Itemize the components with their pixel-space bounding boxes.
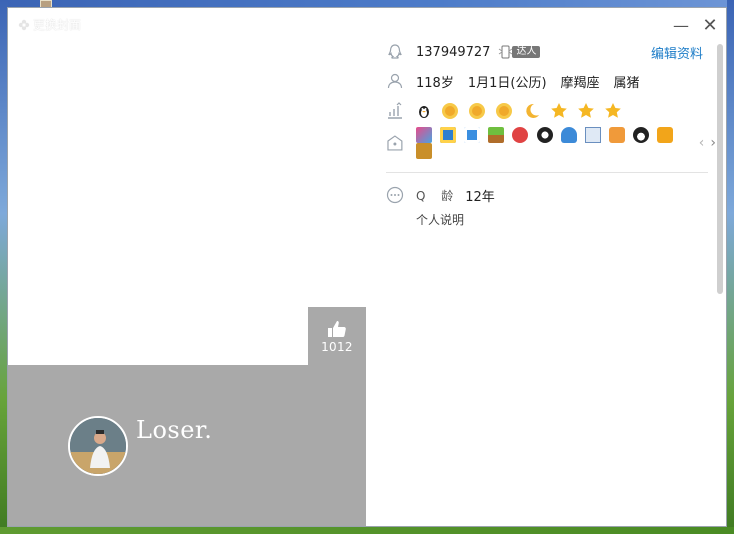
cover-info-panel	[8, 365, 366, 526]
thumbs-up-icon	[328, 321, 346, 337]
qq-security-icon[interactable]	[560, 127, 577, 143]
qq-age-value: 12年	[465, 189, 495, 205]
birthday: 1月1日(公历)	[467, 75, 547, 91]
minimize-button[interactable]: —	[671, 16, 691, 36]
personal-note: 个人说明	[416, 213, 465, 227]
star-icon	[578, 103, 594, 118]
daren-badge[interactable]: 达人	[498, 45, 541, 59]
profile-window: 更换封面 — ✕ 1012 Loser. 137949727 达人 编辑资料 1…	[7, 7, 727, 527]
moon-icon	[525, 103, 539, 118]
avatar-photo	[70, 418, 126, 474]
avatar[interactable]	[68, 416, 128, 476]
like-count: 1012	[321, 340, 353, 354]
qq-penguin-icon[interactable]	[633, 127, 650, 143]
level-row	[386, 100, 627, 122]
qq-age-row: Q 龄 12年	[386, 184, 495, 206]
sun-icon	[442, 103, 459, 119]
close-button[interactable]: ✕	[700, 16, 720, 36]
qq-video-icon[interactable]	[608, 127, 625, 143]
qq-vip-icon[interactable]	[657, 127, 674, 143]
chinese-zodiac: 属猪	[613, 75, 640, 91]
flower-icon	[18, 19, 30, 31]
star-icon	[605, 103, 621, 118]
penguin-icon	[419, 106, 429, 118]
scrollbar[interactable]	[717, 44, 723, 294]
sun-icon	[496, 103, 513, 119]
more-dots-icon	[386, 186, 404, 204]
qq-farm-icon[interactable]	[488, 127, 505, 143]
services-next-arrow[interactable]: ›	[710, 135, 716, 151]
like-button[interactable]: 1012	[308, 307, 366, 365]
qq-ranch-icon[interactable]	[536, 127, 553, 143]
level-chart-icon	[388, 102, 402, 119]
basic-info-row: 118岁 1月1日(公历) 摩羯座 属猪	[386, 70, 640, 92]
services-prev-arrow[interactable]: ‹	[699, 135, 705, 151]
qq-number: 137949727	[416, 44, 491, 60]
qq-reading-icon[interactable]	[415, 143, 432, 159]
qq-number-row: 137949727 达人	[386, 41, 541, 63]
qq-penguin-outline-icon	[388, 44, 402, 59]
age: 118岁	[416, 75, 454, 91]
house-icon	[387, 135, 403, 151]
qq-mail-icon[interactable]	[584, 127, 601, 143]
change-cover-label: 更换封面	[33, 18, 82, 32]
services-row: ‹ ›	[386, 127, 716, 159]
desktop-background-right	[727, 0, 734, 534]
desktop-background-bottom	[0, 527, 734, 534]
level-icons[interactable]	[416, 102, 627, 120]
nickname: Loser.	[136, 416, 213, 444]
service-icons	[415, 127, 699, 159]
star-icon	[550, 103, 567, 118]
zodiac: 摩羯座	[560, 75, 600, 91]
change-cover-button[interactable]: 更换封面	[18, 16, 81, 33]
daren-label: 达人	[512, 46, 541, 58]
qq-game-icon[interactable]	[464, 127, 481, 143]
person-icon	[387, 73, 403, 89]
sun-icon	[469, 103, 486, 119]
qq-age-label: Q 龄	[416, 188, 460, 203]
info-divider	[386, 172, 708, 173]
qq-pet-icon[interactable]	[512, 127, 529, 143]
qq-show-icon[interactable]	[439, 127, 456, 143]
qq-music-icon[interactable]	[415, 127, 432, 143]
edit-profile-link[interactable]: 编辑资料	[651, 43, 703, 62]
